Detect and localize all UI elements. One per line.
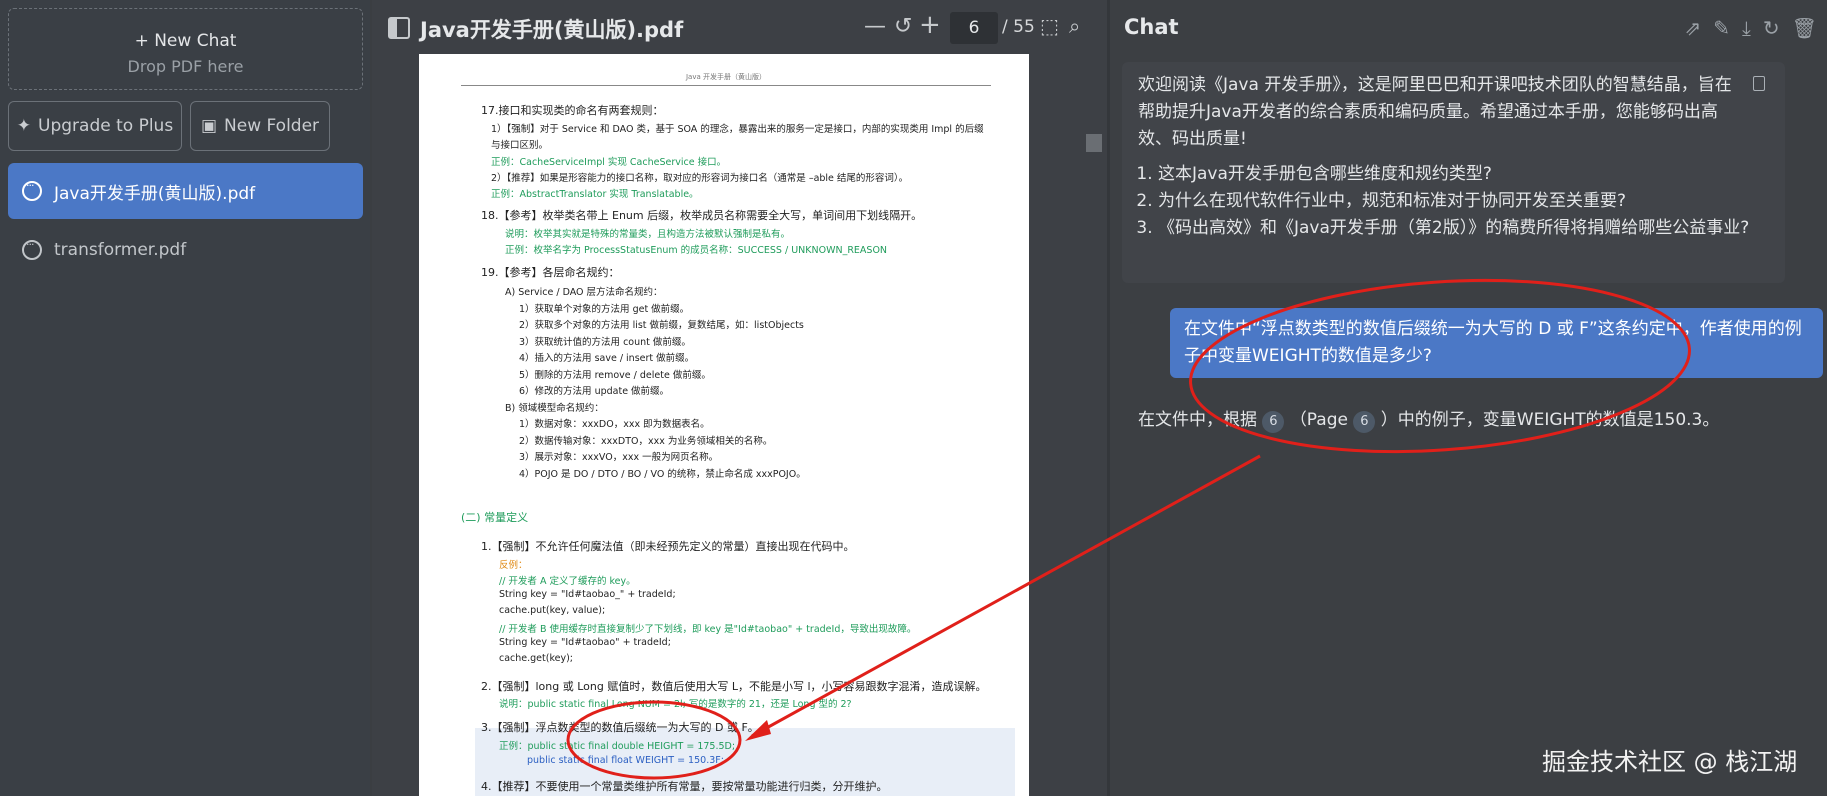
welcome-text: 欢迎阅读《Java 开发手册》，这是阿里巴巴和开课吧技术团队的智慧结晶，旨在帮助… bbox=[1138, 75, 1732, 149]
edit-icon[interactable]: ✎ bbox=[1713, 16, 1730, 40]
pdf-line: 4）插入的方法用 save / insert 做前缀。 bbox=[519, 353, 695, 364]
pdf-line: 与接口区别。 bbox=[491, 140, 549, 151]
page-header: Java 开发手册（黄山版） bbox=[461, 72, 991, 86]
suggested-question[interactable]: 为什么在现代软件行业中，规范和标准对于协同开发至关重要? bbox=[1158, 188, 1769, 215]
pdf-line: 1）获取单个对象的方法用 get 做前缀。 bbox=[519, 304, 690, 315]
page-total: / 55 bbox=[1002, 17, 1035, 37]
pdf-line: 4）POJO 是 DO / DTO / BO / VO 的统称，禁止命名成 xx… bbox=[519, 469, 806, 480]
chat-bubble-icon bbox=[22, 238, 42, 260]
citation-badge[interactable]: 6 bbox=[1262, 411, 1285, 433]
pdf-line: 18.【参考】枚举类名带上 Enum 后缀，枚举成员名称需要全大写，单词间用下划… bbox=[481, 209, 923, 222]
pdf-line: 1）【强制】对于 Service 和 DAO 类，基于 SOA 的理念，暴露出来… bbox=[491, 124, 984, 135]
citation-badge[interactable]: 6 bbox=[1353, 411, 1376, 433]
pdf-line: 2.【强制】long 或 Long 赋值时，数值后使用大写 L，不能是小写 l，… bbox=[481, 680, 987, 693]
trash-icon[interactable]: 🗑 bbox=[1792, 16, 1817, 40]
pdf-line: 6）修改的方法用 update 做前缀。 bbox=[519, 386, 670, 397]
answer-text: （Page bbox=[1289, 410, 1348, 430]
pdf-page: Java 开发手册（黄山版） 17.接口和实现类的命名有两套规则： 1）【强制】… bbox=[419, 54, 1029, 796]
selection-tool-icon[interactable]: ⬚ bbox=[1040, 14, 1059, 38]
chat-toolbar: ⇗ ✎ ⤓ ↻ 🗑 bbox=[1684, 16, 1817, 40]
upgrade-label: Upgrade to Plus bbox=[38, 116, 174, 136]
new-folder-button[interactable]: ▣ New Folder bbox=[190, 101, 330, 151]
file-name: Java开发手册(黄山版).pdf bbox=[54, 183, 256, 204]
file-name: transformer.pdf bbox=[54, 240, 187, 260]
pdf-line: 2）数据传输对象：xxxDTO，xxx 为业务领域相关的名称。 bbox=[519, 436, 773, 447]
suggested-question[interactable]: 《码出高效》和《Java开发手册（第2版）》的稿费所得将捐赠给哪些公益事业? bbox=[1158, 215, 1769, 242]
watermark: 掘金技术社区 @ 栈江湖 bbox=[1542, 748, 1798, 776]
search-icon[interactable]: ⌕ bbox=[1069, 14, 1080, 38]
pdf-line: 1.【强制】不允许任何魔法值（即未经预先定义的常量）直接出现在代码中。 bbox=[481, 540, 855, 553]
suggested-question[interactable]: 这本Java开发手册包含哪些维度和规约类型? bbox=[1158, 161, 1769, 188]
pdf-line: 17.接口和实现类的命名有两套规则： bbox=[481, 104, 664, 117]
zoom-out-icon[interactable]: — bbox=[864, 14, 886, 39]
file-item-java-manual[interactable]: Java开发手册(黄山版).pdf bbox=[8, 163, 363, 219]
assistant-answer: 在文件中，根据 6 （Page 6 ）中的例子，变量WEIGHT的数值是150.… bbox=[1138, 405, 1719, 433]
copy-icon[interactable] bbox=[1753, 76, 1765, 91]
new-chat-dropzone[interactable]: + New Chat Drop PDF here bbox=[8, 8, 363, 90]
pdf-line: String key = "Id#taobao" + tradeId; bbox=[499, 637, 671, 648]
new-folder-label: New Folder bbox=[224, 116, 320, 136]
pdf-line: 说明：public static final Long NUM = 2l; 写的… bbox=[499, 699, 852, 710]
pdf-line: B) 领域模型命名规约： bbox=[505, 403, 604, 414]
pdf-line: 正例：AbstractTranslator 实现 Translatable。 bbox=[491, 189, 699, 200]
chat-panel: Chat ⇗ ✎ ⤓ ↻ 🗑 欢迎阅读《Java 开发手册》，这是阿里巴巴和开课… bbox=[1110, 0, 1827, 796]
zoom-in-icon[interactable]: + bbox=[919, 10, 941, 40]
chat-title: Chat bbox=[1124, 15, 1179, 39]
pdf-line: 3）展示对象：xxxVO，xxx 一般为网页名称。 bbox=[519, 452, 719, 463]
answer-text: ）中的例子，变量WEIGHT的数值是150.3。 bbox=[1380, 410, 1720, 430]
page-number-input[interactable]: 6 bbox=[950, 12, 998, 44]
upgrade-button[interactable]: ✦ Upgrade to Plus bbox=[8, 101, 182, 151]
pdf-line: 正例：CacheServiceImpl 实现 CacheService 接口。 bbox=[491, 157, 727, 168]
pdf-line: // 开发者 A 定义了缓存的 key。 bbox=[499, 576, 636, 587]
pdf-line: 4.【推荐】不要使用一个常量类维护所有常量，要按常量功能进行归类，分开维护。 bbox=[481, 780, 888, 793]
user-message: 在文件中“浮点数类型的数值后缀统一为大写的 D 或 F”这条约定中，作者使用的例… bbox=[1170, 308, 1823, 378]
assistant-welcome-message: 欢迎阅读《Java 开发手册》，这是阿里巴巴和开课吧技术团队的智慧结晶，旨在帮助… bbox=[1122, 62, 1785, 283]
folder-plus-icon: ▣ bbox=[200, 116, 218, 136]
share-icon[interactable]: ⇗ bbox=[1684, 16, 1701, 40]
pdf-line: 5）删除的方法用 remove / delete 做前缀。 bbox=[519, 370, 711, 381]
pdf-line: 1）数据对象：xxxDO，xxx 即为数据表名。 bbox=[519, 419, 710, 430]
pdf-line: String key = "Id#taobao_" + tradeId; bbox=[499, 589, 676, 600]
pdf-line: cache.put(key, value); bbox=[499, 605, 606, 616]
answer-text: 在文件中，根据 bbox=[1138, 410, 1257, 430]
pdf-line: 反例： bbox=[499, 560, 528, 571]
suggested-questions: 这本Java开发手册包含哪些维度和规约类型? 为什么在现代软件行业中，规范和标准… bbox=[1138, 161, 1769, 242]
scrollbar-thumb[interactable] bbox=[1086, 134, 1102, 152]
download-icon[interactable]: ⤓ bbox=[1742, 16, 1751, 40]
chat-bubble-icon bbox=[22, 179, 42, 201]
pdf-section-title: (二) 常量定义 bbox=[461, 511, 529, 524]
sidebar-toggle-icon[interactable] bbox=[388, 17, 410, 39]
pdf-line: 3.【强制】浮点数类型的数值后缀统一为大写的 D 或 F。 bbox=[481, 721, 759, 734]
rotate-icon[interactable]: ↺ bbox=[894, 14, 912, 39]
pdf-line: public static final float WEIGHT = 150.3… bbox=[527, 755, 724, 766]
sidebar: + New Chat Drop PDF here ✦ Upgrade to Pl… bbox=[0, 0, 370, 796]
pdf-line: 说明：枚举其实就是特殊的常量类，且构造方法被默认强制是私有。 bbox=[505, 229, 791, 240]
pdf-line: // 开发者 B 使用缓存时直接复制少了下划线，即 key 是"Id#taoba… bbox=[499, 624, 917, 635]
drop-pdf-hint: Drop PDF here bbox=[127, 57, 244, 76]
pdf-line: 2）【推荐】如果是形容能力的接口名称，取对应的形容词为接口名（通常是 –able… bbox=[491, 173, 909, 184]
pdf-line: cache.get(key); bbox=[499, 653, 573, 664]
sparkle-icon: ✦ bbox=[16, 116, 32, 136]
pdf-line: 3）获取统计值的方法用 count 做前缀。 bbox=[519, 337, 691, 348]
pdf-line: A) Service / DAO 层方法命名规约： bbox=[505, 287, 663, 298]
new-chat-label[interactable]: + New Chat bbox=[9, 31, 362, 51]
pdf-line: 2）获取多个对象的方法用 list 做前缀，复数结尾，如：listObjects bbox=[519, 320, 804, 331]
file-item-transformer[interactable]: transformer.pdf bbox=[8, 222, 363, 278]
pdf-line: 正例：public static final double HEIGHT = 1… bbox=[499, 741, 736, 752]
pdf-line: 正例：枚举名字为 ProcessStatusEnum 的成员名称：SUCCESS… bbox=[505, 245, 888, 256]
refresh-icon[interactable]: ↻ bbox=[1763, 16, 1780, 40]
pdf-viewer: Java开发手册(黄山版).pdf — ↺ + 6 / 55 ⬚ ⌕ Java … bbox=[372, 0, 1107, 796]
pdf-line: 19.【参考】各层命名规约： bbox=[481, 266, 620, 279]
pdf-title: Java开发手册(黄山版).pdf bbox=[420, 18, 684, 42]
